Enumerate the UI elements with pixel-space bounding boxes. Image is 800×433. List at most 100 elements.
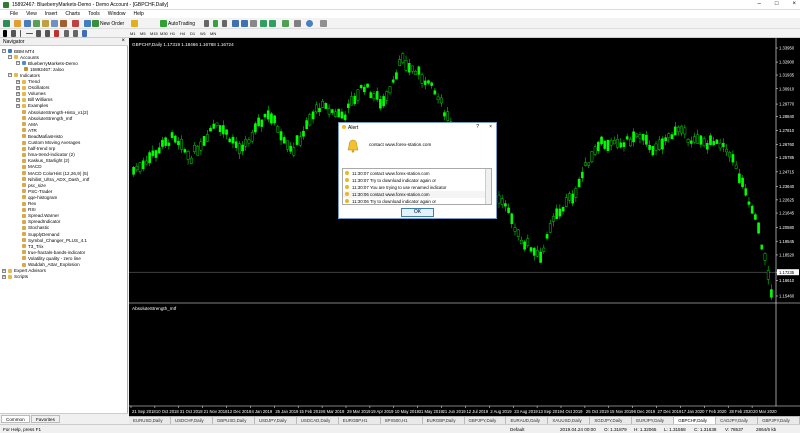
chart-tab[interactable]: USDJPY,Daily	[255, 417, 297, 424]
alert-list-item[interactable]: 11:30:06 Try to download indicator again …	[343, 198, 486, 204]
alert-list-item[interactable]: 11:30:07 You are trying to use renamed in…	[343, 184, 486, 191]
navigator-icon[interactable]	[42, 20, 49, 27]
tree-indicator-item[interactable]: AbsoluteStrength-Histo_v1(2)	[22, 109, 88, 115]
tree-account-server[interactable]: − BlueberryMarkets-Demo	[16, 60, 78, 66]
tree-root[interactable]: − BBM MT4	[2, 48, 34, 54]
alert-help-button[interactable]: ?	[476, 124, 479, 130]
text-icon[interactable]	[64, 30, 69, 37]
arrows-icon[interactable]	[82, 30, 87, 37]
close-button[interactable]: ×	[792, 1, 796, 7]
tree-indicator-item[interactable]: Spread.Warner	[22, 213, 59, 219]
settings-icon[interactable]	[320, 20, 327, 27]
tree-indicator-item[interactable]: qqe-histogram	[22, 194, 57, 200]
tree-indicator-item[interactable]: MACD ColorHist (12,26,9) (5)	[22, 170, 88, 176]
line-chart-icon[interactable]	[222, 20, 227, 27]
expand-toggle-icon[interactable]: −	[8, 55, 12, 60]
new-order-icon[interactable]	[92, 20, 99, 27]
timeframe-m5[interactable]: M5	[139, 30, 147, 37]
tree-folder-expert-advisors[interactable]: + Expert Advisors	[2, 268, 46, 274]
open-folder-icon[interactable]	[14, 20, 21, 27]
ok-button[interactable]: OK	[401, 208, 434, 217]
tree-folder-volumes[interactable]: + Volumes	[16, 91, 46, 97]
tree-indicator-item[interactable]: RSI	[22, 207, 36, 213]
tree-accounts[interactable]: − Accounts	[8, 54, 39, 60]
tester-icon[interactable]	[60, 20, 67, 27]
expand-toggle-icon[interactable]: +	[16, 97, 20, 102]
tree-indicator-item[interactable]: psc_size	[22, 182, 46, 188]
zoom-out-icon[interactable]	[241, 20, 248, 27]
autoscroll-icon[interactable]	[269, 20, 276, 27]
tree-indicators[interactable]: − Indicators	[8, 72, 40, 78]
menu-view[interactable]: View	[26, 11, 37, 17]
periods-icon[interactable]	[294, 20, 301, 27]
alert-close-button[interactable]: ×	[489, 124, 492, 130]
chart-tab[interactable]: EURGBP,Daily	[423, 417, 465, 424]
tree-indicator-item[interactable]: Symbol_Changer_PLUS_4.1	[22, 237, 87, 243]
chart-tab[interactable]: XAUUSD,Daily	[548, 417, 591, 424]
metaeditor-icon[interactable]	[84, 20, 91, 27]
tree-indicator-item[interactable]: half-trend nrp	[22, 146, 55, 152]
alert-list-item[interactable]: 11:30:07 Try to download indicator again …	[343, 177, 486, 184]
tree-indicator-item[interactable]: AMA	[22, 121, 38, 127]
menu-file[interactable]: File	[10, 11, 18, 17]
timeframe-h1[interactable]: H1	[169, 30, 176, 37]
expand-toggle-icon[interactable]: +	[16, 91, 20, 96]
history-icon[interactable]	[72, 20, 79, 27]
chart-tab[interactable]: GBPJPY,Daily	[758, 417, 800, 424]
tree-indicator-item[interactable]: MACD	[22, 164, 42, 170]
bar-chart-icon[interactable]	[204, 20, 209, 27]
timeframe-m15[interactable]: M15	[149, 30, 159, 37]
crosshair-icon[interactable]	[11, 30, 16, 37]
tree-folder-oscillators[interactable]: + Oscillators	[16, 85, 49, 91]
chart-tab[interactable]: SGDJPY,Daily	[590, 417, 633, 424]
tree-indicator-item[interactable]: Waddah_Attar_Explosion	[22, 262, 80, 268]
timeframe-d1[interactable]: D1	[189, 30, 196, 37]
tree-folder-examples[interactable]: + Examples	[16, 103, 48, 109]
alert-list-item[interactable]: 11:30:06 contact www.forex-station.com	[343, 191, 486, 198]
menu-tools[interactable]: Tools	[88, 11, 100, 17]
tree-folder-scripts[interactable]: + Scripts	[2, 274, 28, 280]
expand-toggle-icon[interactable]: −	[16, 61, 20, 66]
timeframe-m1[interactable]: M1	[129, 30, 137, 37]
chart-tab[interactable]: GBPUSD,Daily	[213, 417, 255, 424]
alert-list-scrollbar[interactable]	[485, 169, 491, 204]
new-order-button[interactable]: New Order	[100, 21, 124, 27]
tree-indicator-item[interactable]: T3_Trix	[22, 243, 43, 249]
chart-tab[interactable]: EURAUD,Daily	[506, 417, 549, 424]
menu-help[interactable]: Help	[134, 11, 144, 17]
label-icon[interactable]	[73, 30, 78, 37]
expand-toggle-icon[interactable]: +	[16, 85, 20, 90]
cursor-icon[interactable]	[3, 30, 7, 37]
tree-indicator-item[interactable]: BeadMafiasHisto	[22, 133, 63, 139]
alert-list-item[interactable]: 11:30:07 contact www.forex-station.com	[343, 170, 486, 177]
tile-windows-icon[interactable]	[250, 20, 257, 27]
chart-tab[interactable]: USDCAD,Daily	[297, 417, 339, 424]
tree-indicator-item[interactable]: SupplyDemand	[22, 231, 59, 237]
tree-account-id[interactable]: 15892467: zaloo	[24, 66, 64, 72]
trendline-icon[interactable]	[36, 30, 41, 37]
channel-icon[interactable]	[45, 30, 50, 37]
indicators-icon[interactable]	[282, 20, 289, 27]
tab-common[interactable]: Common	[1, 415, 30, 423]
chart-shift-icon[interactable]	[260, 20, 267, 27]
chart-tab[interactable]: EURJPY,Daily	[632, 417, 675, 424]
tab-favorites[interactable]: Favorites	[31, 415, 60, 423]
chart-tab[interactable]: EURGBP,H1	[339, 417, 381, 424]
zoom-in-icon[interactable]	[232, 20, 239, 27]
horizontal-line-icon[interactable]	[26, 33, 33, 34]
chart-tab[interactable]: USDCHF,Daily	[171, 417, 213, 424]
tree-indicator-item[interactable]: SpreadIndicator	[22, 219, 60, 225]
expand-toggle-icon[interactable]: +	[16, 79, 20, 84]
minimize-button[interactable]: –	[758, 1, 761, 7]
tree-indicator-item[interactable]: Kaskus_Starlight (2)	[22, 158, 69, 164]
tree-indicator-item[interactable]: AbsoluteStrength_mtf	[22, 115, 72, 121]
autotrading-button[interactable]: AutoTrading	[168, 21, 195, 27]
signals-icon[interactable]	[131, 20, 138, 27]
chart-tab[interactable]: GBPJPY,Daily	[465, 417, 507, 424]
chart-tab[interactable]: SPX500,H1	[381, 417, 423, 424]
tree-indicator-item[interactable]: true-fractals-bands-indicator	[22, 249, 85, 255]
chart-tab[interactable]: GBPCHF,Daily	[674, 417, 717, 424]
tree-indicator-item[interactable]: ATR	[22, 127, 37, 133]
new-chart-icon[interactable]	[3, 20, 10, 27]
data-window-icon[interactable]	[33, 20, 40, 27]
